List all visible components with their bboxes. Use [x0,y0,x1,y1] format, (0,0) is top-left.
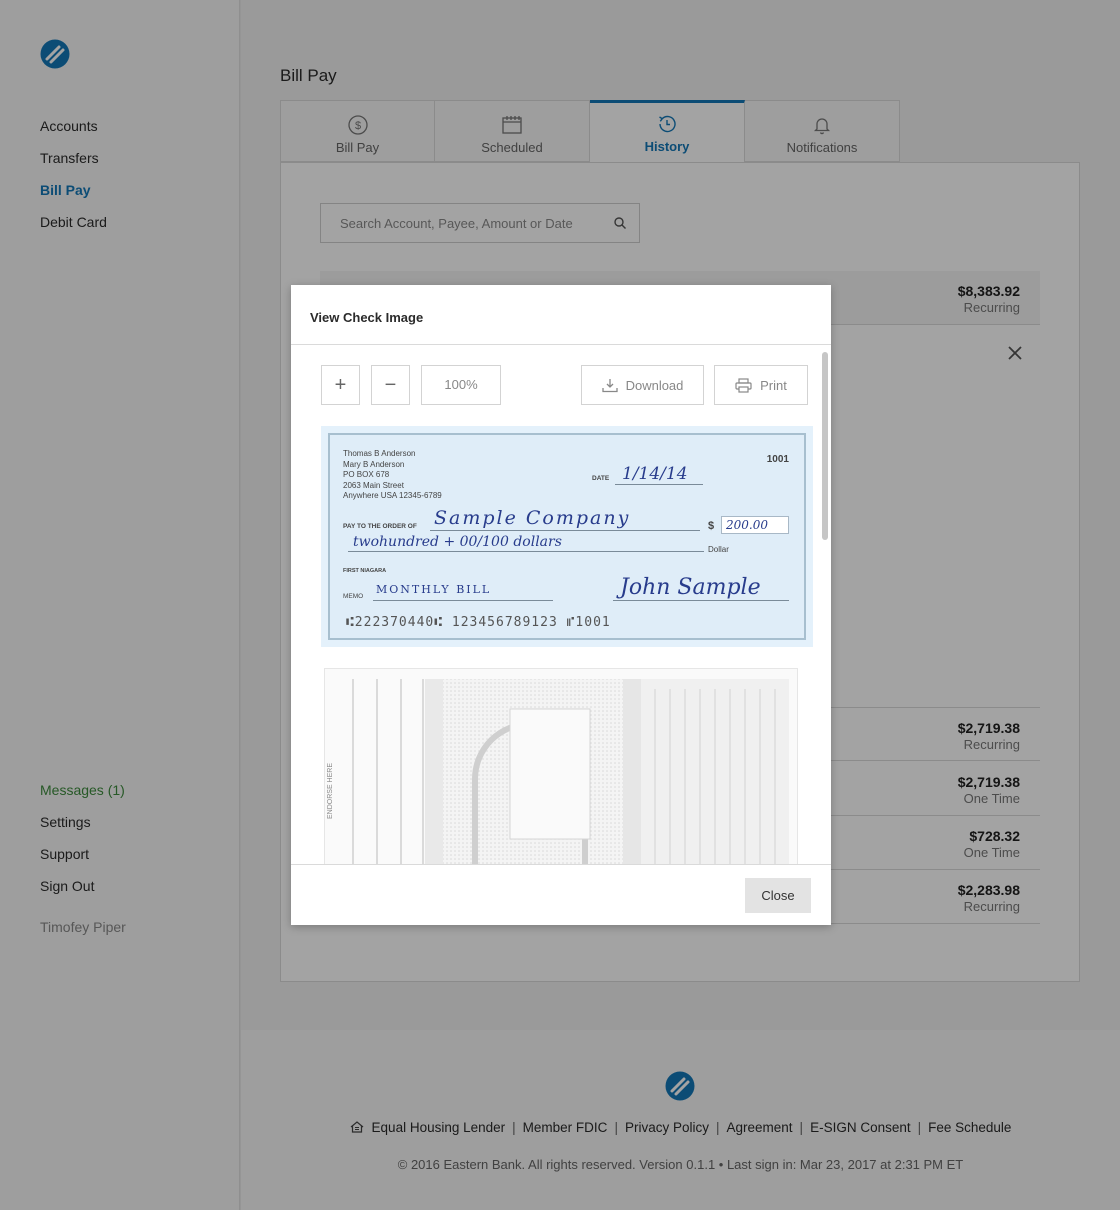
check-front-image: Thomas B Anderson Mary B Anderson PO BOX… [321,426,813,647]
view-check-modal: View Check Image + − 100% Download Print… [291,285,831,925]
modal-body: + − 100% Download Print Thomas B Anderso… [291,346,831,864]
check-address: Thomas B Anderson Mary B Anderson PO BOX… [343,449,442,500]
modal-footer: Close [291,864,831,925]
print-button[interactable]: Print [714,365,808,405]
zoom-level: 100% [421,365,501,405]
endorse-here-label: ENDORSE HERE [327,762,334,819]
check-micr-line: ⑆222370440⑆ 123456789123 ⑈1001 [346,615,611,630]
bank-name: FIRST NIAGARA [343,568,387,574]
modal-title: View Check Image [291,285,831,345]
check-amount-words: twohundred + 00/100 dollars [353,534,562,550]
check-back-image: ENDORSE HERE [324,668,798,864]
zoom-out-button[interactable]: − [371,365,410,405]
download-icon [601,378,618,392]
check-back-pattern [352,679,789,864]
scrollbar[interactable] [822,352,828,540]
check-date: 1/14/14 [622,464,688,484]
printer-icon [735,377,752,393]
download-button[interactable]: Download [581,365,704,405]
memo-label: MEMO [343,593,364,600]
pay-to-label: PAY TO THE ORDER OF [343,523,417,530]
check-amount: 200.00 [721,516,789,534]
check-memo: MONTHLY BILL [376,583,492,596]
check-signature: John Sample [620,575,761,600]
dollar-label: Dollar [708,545,729,554]
download-label: Download [625,377,684,393]
close-button[interactable]: Close [745,878,811,913]
print-label: Print [760,377,787,393]
check-number: 1001 [766,454,789,465]
zoom-in-button[interactable]: + [321,365,360,405]
date-label: DATE [592,475,610,482]
check-payee: Sample Company [434,507,631,529]
